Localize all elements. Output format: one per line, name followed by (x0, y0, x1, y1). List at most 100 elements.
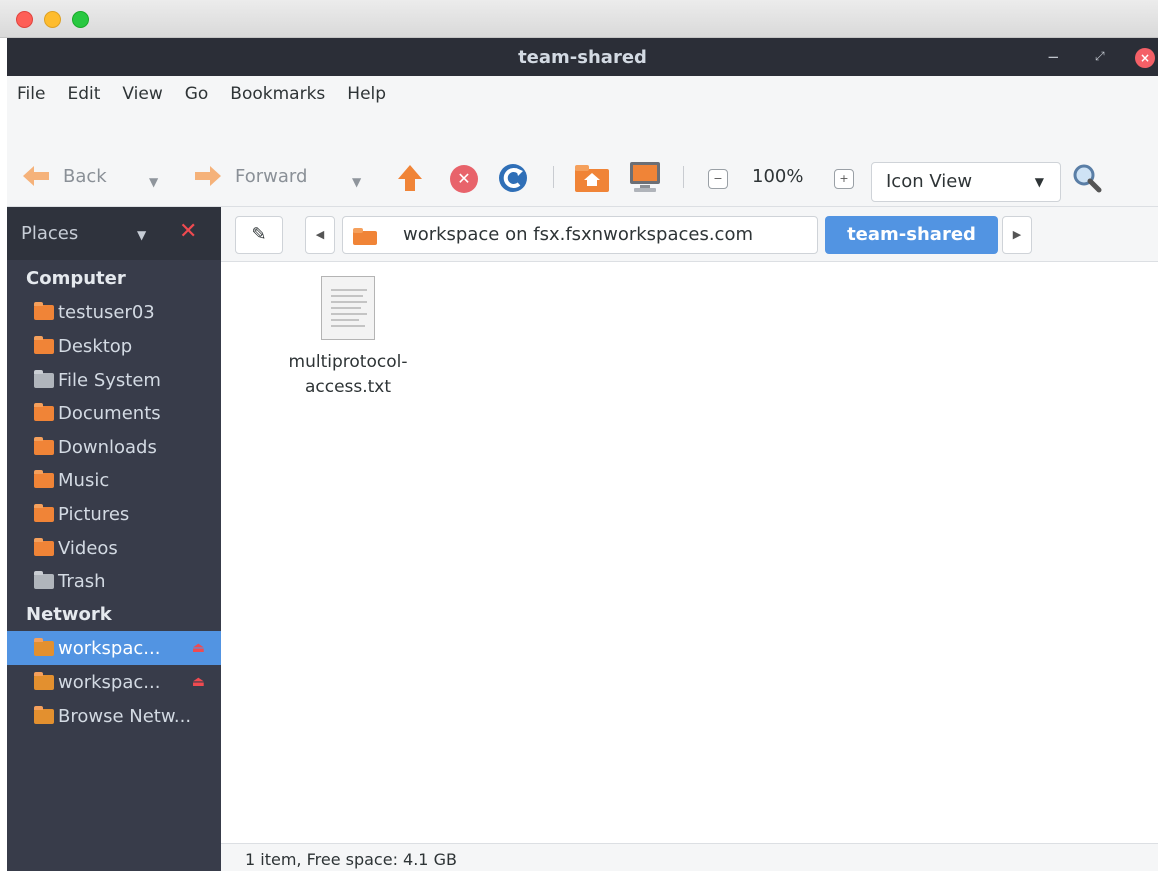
trash-icon (34, 570, 54, 589)
file-view: multiprotocol- access.txt (221, 262, 1158, 871)
documents-folder-icon (34, 402, 54, 421)
file-name-line: multiprotocol- (288, 352, 408, 372)
menu-help[interactable]: Help (347, 84, 386, 104)
forward-history-dropdown[interactable]: ▼ (352, 175, 361, 189)
menu-bookmarks[interactable]: Bookmarks (230, 84, 325, 104)
downloads-folder-icon (34, 436, 54, 455)
computer-icon[interactable] (628, 160, 662, 194)
back-label: Back (63, 165, 107, 187)
sidebar-item-desktop[interactable]: Desktop (7, 329, 221, 363)
menu-edit[interactable]: Edit (67, 84, 100, 104)
breadcrumb-current[interactable]: team-shared (825, 216, 998, 254)
file-item[interactable]: multiprotocol- access.txt (273, 276, 423, 400)
title-bar: team-shared − ⤢ × (7, 38, 1158, 76)
sidebar-item-label: Documents (58, 402, 161, 424)
music-folder-icon (34, 469, 54, 488)
home-folder-icon (34, 301, 54, 320)
sidebar-item-label: File System (58, 369, 161, 391)
zoom-out-icon[interactable]: − (708, 169, 728, 189)
window-title: team-shared (518, 47, 647, 68)
pictures-folder-icon (34, 503, 54, 522)
network-share-icon (34, 671, 54, 690)
sidebar-item-label: workspac... (58, 637, 161, 659)
sidebar-item-label: testuser03 (58, 301, 155, 323)
forward-button[interactable]: Forward (193, 164, 307, 188)
sidebar-header: Places ▼ ✕ (7, 207, 221, 260)
section-network: Network (26, 604, 112, 625)
toggle-location-entry-button[interactable]: ✎ (235, 216, 283, 254)
sidebar-item-browse-network[interactable]: Browse Netw... (7, 699, 221, 733)
menu-bar: File Edit View Go Bookmarks Help (7, 76, 1158, 112)
mac-window-bar (0, 0, 1158, 38)
mac-minimize-button[interactable] (44, 11, 61, 28)
path-scroll-right-button[interactable]: ▶ (1002, 216, 1032, 254)
status-bar: 1 item, Free space: 4.1 GB (221, 843, 1158, 871)
sidebar-item-trash[interactable]: Trash (7, 564, 221, 598)
close-sidebar-icon[interactable]: ✕ (179, 219, 197, 244)
sidebar-item-documents[interactable]: Documents (7, 396, 221, 430)
file-system-icon (34, 369, 54, 388)
menu-go[interactable]: Go (185, 84, 209, 104)
back-history-dropdown[interactable]: ▼ (149, 175, 158, 189)
sidebar-item-label: Browse Netw... (58, 705, 192, 727)
sidebar-item-label: Pictures (58, 503, 130, 525)
back-button[interactable]: Back (21, 164, 107, 188)
breadcrumb-parent-label: workspace on fsx.fsxnworkspaces.com (403, 224, 753, 245)
zoom-level: 100% (752, 166, 804, 187)
breadcrumb-parent[interactable]: workspace on fsx.fsxnworkspaces.com (342, 216, 818, 254)
sidebar-item-music[interactable]: Music (7, 463, 221, 497)
sidebar-mode-dropdown[interactable]: ▼ (137, 228, 146, 242)
toolbar-separator (683, 166, 684, 188)
network-folder-icon (353, 228, 377, 245)
network-share-icon (34, 637, 54, 656)
section-computer: Computer (26, 268, 126, 289)
mac-zoom-button[interactable] (72, 11, 89, 28)
text-file-icon (321, 276, 375, 340)
edit-pencil-icon: ✎ (251, 224, 267, 245)
sidebar: Places ▼ ✕ Computer testuser03 Desktop F… (7, 207, 221, 871)
minimize-button[interactable]: − (1047, 48, 1060, 66)
toolbar-separator (553, 166, 554, 188)
eject-icon[interactable]: ⏏ (192, 640, 205, 656)
close-button[interactable]: × (1135, 48, 1155, 68)
sidebar-item-videos[interactable]: Videos (7, 531, 221, 565)
sidebar-item-label: Music (58, 469, 110, 491)
sidebar-item-label: Desktop (58, 335, 133, 357)
chevron-down-icon: ▼ (1034, 175, 1044, 189)
sidebar-item-downloads[interactable]: Downloads (7, 430, 221, 464)
sidebar-title: Places (21, 223, 79, 244)
maximize-button[interactable]: ⤢ (1095, 49, 1105, 64)
search-icon[interactable] (1071, 162, 1103, 194)
view-mode-select[interactable]: Icon View ▼ (871, 162, 1061, 202)
mac-close-button[interactable] (16, 11, 33, 28)
file-name-line: access.txt (304, 377, 392, 397)
menu-file[interactable]: File (17, 84, 45, 104)
forward-arrow-icon (195, 166, 221, 186)
up-arrow-icon[interactable] (396, 163, 424, 193)
sidebar-item-workspace-1[interactable]: workspac... ⏏ (7, 631, 221, 665)
file-manager-window: team-shared − ⤢ × File Edit View Go Book… (7, 38, 1158, 871)
path-scroll-left-button[interactable]: ◀ (305, 216, 335, 254)
sidebar-item-label: Trash (58, 570, 106, 592)
sidebar-item-testuser03[interactable]: testuser03 (7, 295, 221, 329)
videos-folder-icon (34, 537, 54, 556)
eject-icon[interactable]: ⏏ (192, 674, 205, 690)
sidebar-item-workspace-2[interactable]: workspac... ⏏ (7, 665, 221, 699)
sidebar-item-pictures[interactable]: Pictures (7, 497, 221, 531)
view-mode-value: Icon View (886, 171, 973, 192)
zoom-in-icon[interactable]: + (834, 169, 854, 189)
reload-icon[interactable] (497, 162, 529, 194)
file-name: multiprotocol- access.txt (273, 350, 423, 400)
desktop-folder-icon (34, 335, 54, 354)
sidebar-item-label: Downloads (58, 436, 157, 458)
home-folder-icon[interactable] (575, 164, 609, 192)
forward-label: Forward (235, 165, 308, 187)
stop-icon[interactable]: ✕ (450, 165, 478, 193)
sidebar-item-label: Videos (58, 537, 118, 559)
menu-view[interactable]: View (122, 84, 162, 104)
sidebar-item-file-system[interactable]: File System (7, 363, 221, 397)
browse-network-icon (34, 705, 54, 724)
sidebar-item-label: workspac... (58, 671, 161, 693)
location-bar: ✎ ◀ workspace on fsx.fsxnworkspaces.com … (221, 207, 1158, 262)
back-arrow-icon (23, 166, 49, 186)
